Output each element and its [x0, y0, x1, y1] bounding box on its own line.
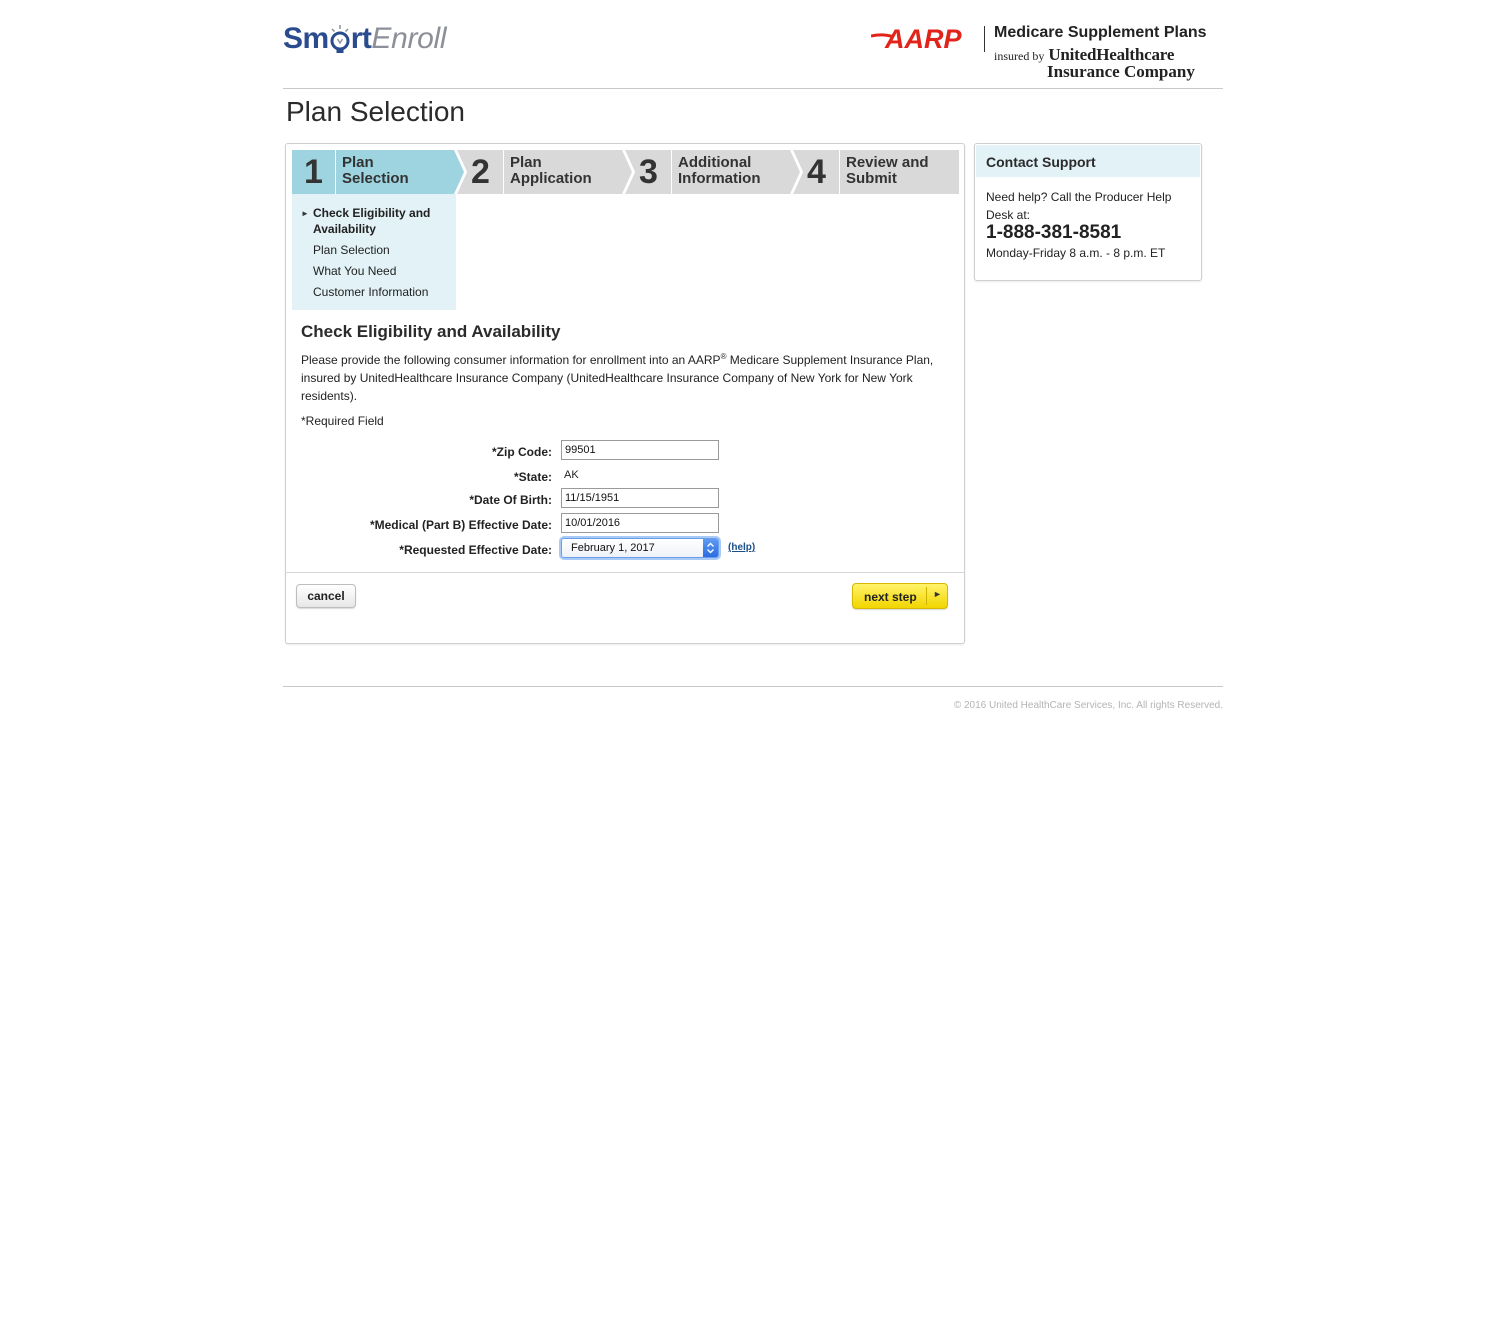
contact-support-title: Contact Support	[986, 154, 1096, 170]
insured-by-label: insured by	[994, 49, 1045, 63]
current-item-arrow-icon: ►	[301, 209, 309, 218]
page-title: Plan Selection	[286, 96, 466, 127]
step-4-label: Review and Submit	[846, 154, 929, 187]
zip-code-label: *Zip Code:	[492, 445, 552, 459]
required-field-note: *Required Field	[301, 414, 384, 428]
page: Sm rt Enroll AARP Medicare Supplement Pl…	[283, 0, 1223, 711]
cancel-button[interactable]: cancel	[296, 584, 356, 608]
lightbulb-icon	[329, 22, 351, 56]
requested-date-row: *Requested Effective Date: February 1, 2…	[286, 538, 966, 560]
copyright-text: © 2016 United HealthCare Services, Inc. …	[953, 700, 1223, 711]
state-value: AK	[564, 469, 579, 481]
aarp-title: Medicare Supplement Plans	[994, 24, 1207, 41]
state-row: *State: AK	[286, 465, 966, 487]
step-3-label: Additional Information	[678, 154, 761, 187]
zip-code-row: *Zip Code:	[286, 440, 966, 462]
date-of-birth-input[interactable]	[561, 488, 719, 508]
part-b-date-label: *Medical (Part B) Effective Date:	[369, 518, 552, 532]
section-title: Check Eligibility and Availability	[301, 322, 561, 341]
help-link[interactable]: (help)	[728, 542, 755, 553]
subnav-item-check-eligibility[interactable]: Check Eligibility and Availability	[313, 205, 430, 237]
subnav-item-plan-selection[interactable]: Plan Selection	[313, 242, 390, 258]
date-of-birth-label: *Date Of Birth:	[469, 493, 552, 507]
step-1-label: Plan Selection	[342, 154, 409, 187]
aarp-divider	[984, 26, 985, 52]
support-phone-number: 1-888-381-8581	[986, 222, 1122, 243]
step-1-number: 1	[304, 153, 323, 191]
contact-support-panel: Contact Support Need help? Call the Prod…	[974, 143, 1202, 281]
step-4-review-and-submit[interactable]: 4 Review and Submit	[792, 150, 959, 194]
step-1-plan-selection[interactable]: 1 Plan Selection	[292, 150, 464, 194]
header: Sm rt Enroll AARP Medicare Supplement Pl…	[283, 0, 1223, 89]
step-2-label: Plan Application	[510, 154, 592, 187]
next-step-label: next step	[864, 590, 917, 604]
select-arrows-icon	[703, 539, 718, 557]
step-3-additional-information[interactable]: 3 Additional Information	[624, 150, 800, 194]
enrollment-panel: 1 Plan Selection 2 Plan Application 3 Ad…	[285, 143, 965, 644]
contact-support-text: Need help? Call the Producer Help Desk a…	[986, 190, 1172, 222]
next-step-button[interactable]: next step ►	[852, 583, 948, 609]
insurer-name-line2: Insurance Company	[1047, 62, 1195, 81]
state-label: *State:	[513, 470, 552, 484]
step-1-divider	[335, 150, 336, 194]
intro-text: Please provide the following consumer in…	[301, 352, 934, 403]
step-progress-bar: 1 Plan Selection 2 Plan Application 3 Ad…	[292, 150, 959, 194]
arrow-right-icon: ►	[933, 589, 942, 599]
aarp-branding: AARP Medicare Supplement Plans insured b…	[871, 22, 1211, 82]
subnav-item-what-you-need[interactable]: What You Need	[313, 263, 396, 279]
step-3-divider	[671, 150, 672, 194]
support-hours: Monday-Friday 8 a.m. - 8 p.m. ET	[986, 246, 1166, 260]
part-b-date-input[interactable]	[561, 513, 719, 533]
footer-divider	[283, 686, 1223, 687]
requested-date-value: February 1, 2017	[571, 542, 655, 554]
subnav-item-customer-information[interactable]: Customer Information	[313, 284, 428, 300]
logo-text-smart-end: rt	[350, 22, 372, 55]
step-3-number: 3	[639, 153, 658, 191]
step-4-divider	[839, 150, 840, 194]
step-2-plan-application[interactable]: 2 Plan Application	[456, 150, 632, 194]
smartenroll-logo: Sm rt Enroll	[283, 20, 447, 56]
logo-text-smart: Sm	[283, 22, 329, 55]
zip-code-input[interactable]	[561, 440, 719, 460]
sub-navigation: ► Check Eligibility and Availability Pla…	[292, 194, 456, 310]
date-of-birth-row: *Date Of Birth:	[286, 488, 966, 510]
contact-support-header: Contact Support	[976, 145, 1200, 177]
step-2-divider	[503, 150, 504, 194]
aarp-logo-text: AARP	[884, 24, 962, 52]
requested-date-label: *Requested Effective Date:	[399, 543, 552, 557]
step-2-number: 2	[471, 153, 490, 191]
logo-text-enroll: Enroll	[371, 22, 447, 55]
next-step-divider	[926, 587, 927, 605]
aarp-logo: AARP	[871, 24, 962, 52]
requested-date-select[interactable]: February 1, 2017	[561, 538, 719, 558]
part-b-date-row: *Medical (Part B) Effective Date:	[286, 513, 966, 535]
step-4-number: 4	[807, 153, 826, 191]
button-bar-divider	[286, 572, 964, 573]
